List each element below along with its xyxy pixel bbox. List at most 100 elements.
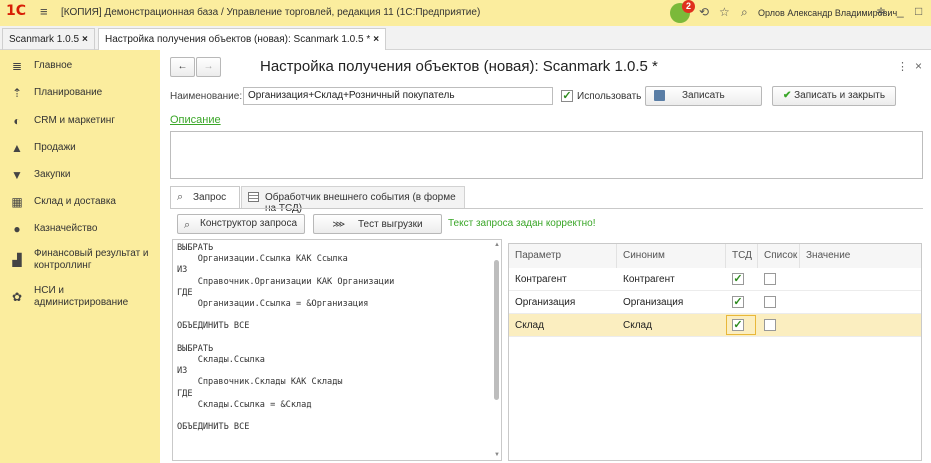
sidebar-item-sales[interactable]: ▲ Продажи bbox=[0, 141, 160, 155]
tab-query[interactable]: ⌕ Запрос bbox=[170, 186, 240, 208]
tab-label: Scanmark 1.0.5 bbox=[9, 34, 80, 45]
query-text-editor[interactable]: ВЫБРАТЬ Организации.Ссылка КАК Ссылка ИЗ… bbox=[172, 239, 502, 461]
synonym-cell: Склад bbox=[623, 320, 652, 331]
query-text: ВЫБРАТЬ Организации.Ссылка КАК Ссылка ИЗ… bbox=[177, 243, 395, 433]
description-link[interactable]: Описание bbox=[170, 114, 221, 126]
col-header-param[interactable]: Параметр bbox=[509, 244, 617, 268]
back-button[interactable]: ← bbox=[170, 57, 195, 77]
list-checkbox[interactable] bbox=[764, 319, 776, 331]
check-icon: ✔ bbox=[782, 90, 792, 101]
table-row[interactable]: Контрагент Контрагент ✓ bbox=[509, 268, 921, 291]
sidebar-item-main[interactable]: ≣ Главное bbox=[0, 59, 160, 73]
test-icon: ⋙ bbox=[332, 219, 346, 229]
sidebar-item-label: Планирование bbox=[34, 87, 103, 98]
warehouse-icon: ▦ bbox=[11, 195, 23, 209]
parameters-table: Параметр Синоним ТСД Список Значение Кон… bbox=[508, 243, 922, 461]
title-bar: 1C ≡ [КОПИЯ] Демонстрационная база / Упр… bbox=[0, 0, 931, 26]
planning-icon: ⇡ bbox=[11, 86, 23, 100]
floppy-icon bbox=[654, 90, 665, 101]
tsd-checkbox[interactable]: ✓ bbox=[732, 296, 744, 308]
sidebar: ≣ Главное ⇡ Планирование ◐ CRM и маркети… bbox=[0, 50, 160, 463]
col-header-tsd[interactable]: ТСД bbox=[726, 244, 758, 268]
tab-settings[interactable]: Настройка получения объектов (новая): Sc… bbox=[98, 28, 387, 50]
sidebar-item-treasury[interactable]: ● Казначейство bbox=[0, 222, 160, 236]
crm-icon: ◐ bbox=[13, 114, 21, 128]
query-constructor-button[interactable]: ⌕ Конструктор запроса bbox=[177, 214, 305, 234]
close-icon[interactable]: × bbox=[82, 34, 88, 45]
table-row[interactable]: Склад Склад ✓ bbox=[509, 314, 921, 337]
test-label: Тест выгрузки bbox=[357, 219, 423, 230]
notifications-icon[interactable]: 2 bbox=[670, 0, 695, 23]
col-header-synonym[interactable]: Синоним bbox=[617, 244, 726, 268]
forward-button[interactable]: → bbox=[196, 57, 221, 77]
sidebar-item-label: Финансовый результат и контроллинг bbox=[34, 248, 149, 271]
close-form-icon[interactable]: × bbox=[915, 59, 922, 73]
sales-icon: ▲ bbox=[11, 141, 23, 155]
sidebar-item-warehouse[interactable]: ▦ Склад и доставка bbox=[0, 195, 160, 209]
sidebar-item-admin[interactable]: ✿ НСИ и администрирование bbox=[0, 284, 160, 310]
minimize-icon[interactable]: _ bbox=[897, 4, 904, 18]
tab-label: Запрос bbox=[193, 192, 227, 203]
gear-icon: ✿ bbox=[11, 290, 23, 304]
save-close-label: Записать и закрыть bbox=[794, 90, 886, 101]
save-button-label: Записать bbox=[682, 90, 725, 101]
app-logo: 1C bbox=[6, 3, 27, 19]
sidebar-item-label: Казначейство bbox=[34, 223, 98, 234]
list-checkbox[interactable] bbox=[764, 296, 776, 308]
maximize-icon[interactable]: □ bbox=[915, 4, 922, 18]
synonym-cell: Контрагент bbox=[623, 274, 675, 285]
param-cell: Организация bbox=[515, 297, 576, 308]
use-label: Использовать bbox=[577, 91, 642, 102]
tsd-checkbox[interactable]: ✓ bbox=[732, 273, 744, 285]
scrollbar-thumb[interactable] bbox=[494, 260, 499, 400]
save-close-button[interactable]: ✔ Записать и закрыть bbox=[772, 86, 896, 106]
search-icon[interactable]: ⌕ bbox=[741, 5, 748, 20]
window-title: [КОПИЯ] Демонстрационная база / Управлен… bbox=[61, 7, 481, 18]
save-button[interactable]: Записать bbox=[645, 86, 762, 106]
main-menu-icon[interactable]: ≡ bbox=[40, 4, 48, 19]
sidebar-item-label: CRM и маркетинг bbox=[34, 115, 115, 126]
tab-label: Обработчик внешнего события (в форме на … bbox=[265, 192, 456, 214]
synonym-cell: Организация bbox=[623, 297, 684, 308]
query-status: Текст запроса задан корректно! bbox=[448, 218, 596, 229]
history-icon[interactable]: ⟲ bbox=[699, 5, 709, 19]
open-windows-bar: Scanmark 1.0.5 × Настройка получения объе… bbox=[0, 26, 931, 50]
list-icon bbox=[248, 192, 259, 202]
chart-icon: ▟ bbox=[12, 253, 22, 267]
sidebar-item-crm[interactable]: ◐ CRM и маркетинг bbox=[0, 114, 160, 128]
sidebar-item-label: НСИ и администрирование bbox=[34, 285, 129, 308]
tsd-checkbox[interactable]: ✓ bbox=[732, 319, 744, 331]
use-checkbox[interactable]: ✓ bbox=[561, 90, 573, 102]
tab-event-handler[interactable]: Обработчик внешнего события (в форме на … bbox=[241, 186, 465, 214]
name-field[interactable]: Организация+Склад+Розничный покупатель bbox=[243, 87, 553, 105]
sidebar-item-finance[interactable]: ▟ Финансовый результат и контроллинг bbox=[0, 247, 160, 273]
tab-scanmark[interactable]: Scanmark 1.0.5 × bbox=[2, 28, 95, 50]
form-title: Настройка получения объектов (новая): Sc… bbox=[260, 58, 658, 75]
table-row[interactable]: Организация Организация ✓ bbox=[509, 291, 921, 314]
constructor-icon: ⌕ bbox=[184, 219, 191, 231]
col-header-value[interactable]: Значение bbox=[800, 244, 921, 268]
scroll-up-icon[interactable]: ▲ bbox=[494, 242, 500, 248]
scroll-down-icon[interactable]: ▼ bbox=[494, 452, 500, 458]
param-cell: Склад bbox=[515, 320, 544, 331]
sidebar-item-purchases[interactable]: ▼ Закупки bbox=[0, 168, 160, 182]
tab-divider bbox=[170, 208, 923, 209]
more-icon[interactable]: ⋮ bbox=[897, 60, 908, 73]
param-cell: Контрагент bbox=[515, 274, 567, 285]
settings-menu-icon[interactable]: ≑ bbox=[876, 4, 886, 18]
sidebar-item-label: Закупки bbox=[34, 169, 71, 180]
sidebar-item-label: Главное bbox=[34, 60, 73, 71]
test-export-button[interactable]: ⋙ Тест выгрузки bbox=[313, 214, 442, 234]
list-checkbox[interactable] bbox=[764, 273, 776, 285]
name-label: Наименование: bbox=[170, 91, 243, 102]
sidebar-item-label: Продажи bbox=[34, 142, 76, 153]
col-header-list[interactable]: Список bbox=[758, 244, 800, 268]
treasury-icon: ● bbox=[13, 222, 21, 236]
favorites-icon[interactable]: ☆ bbox=[719, 5, 730, 19]
constructor-label: Конструктор запроса bbox=[200, 218, 298, 229]
close-icon[interactable]: × bbox=[373, 34, 379, 45]
sidebar-item-planning[interactable]: ⇡ Планирование bbox=[0, 86, 160, 100]
description-field[interactable] bbox=[170, 131, 923, 179]
query-icon: ⌕ bbox=[177, 191, 184, 203]
notification-count: 2 bbox=[682, 0, 695, 13]
